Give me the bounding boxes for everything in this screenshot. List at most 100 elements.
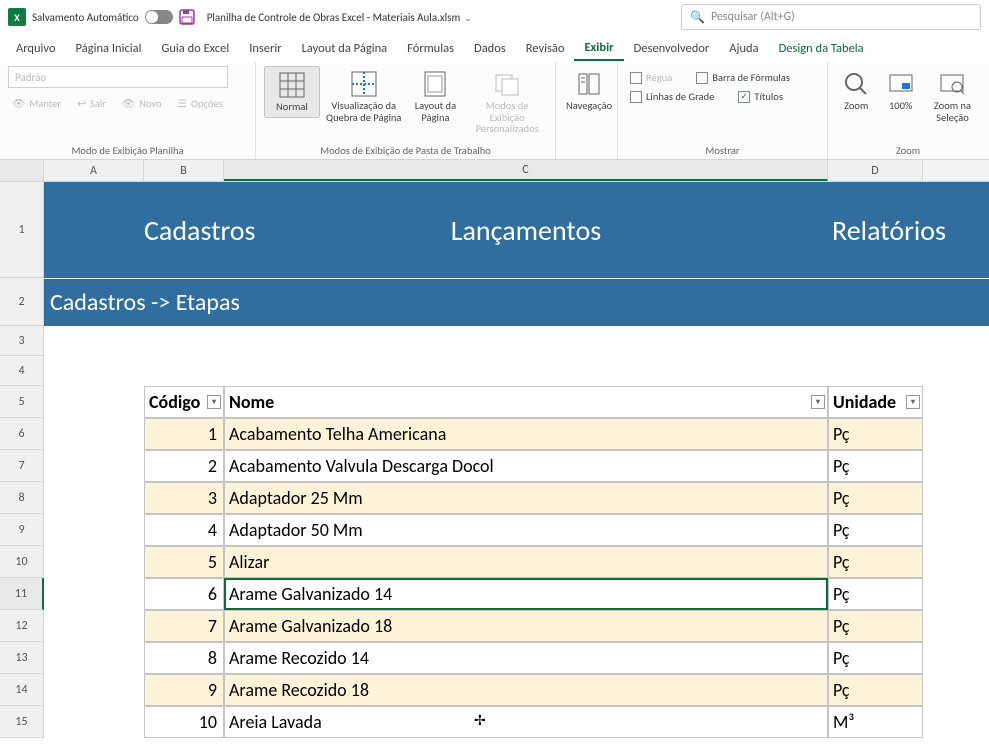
menu-ajuda[interactable]: Ajuda [719,37,768,60]
zoom-selection-button[interactable]: Zoom na Seleção [925,66,980,127]
menu-desenvolvedor[interactable]: Desenvolvedor [624,37,720,60]
cell-codigo[interactable]: 5 [144,546,224,578]
col-header-a[interactable]: A [44,160,144,181]
cell-unidade[interactable]: Pç [828,418,923,450]
cell-codigo[interactable]: 3 [144,482,224,514]
normal-view-button[interactable]: Normal [264,66,320,118]
cell-codigo[interactable]: 6 [144,578,224,610]
cell-nome[interactable]: Acabamento Valvula Descarga Docol [224,450,828,482]
menu-guia-excel[interactable]: Guia do Excel [151,37,239,60]
cell-unidade[interactable]: Pç [828,578,923,610]
row-header[interactable]: 15 [0,706,44,738]
novo-button[interactable]: 👁Novo [118,96,166,111]
table-row[interactable]: 2Acabamento Valvula Descarga DocolPç [44,450,989,482]
table-row[interactable]: 5AlizarPç [44,546,989,578]
row-header[interactable]: 11 [0,578,44,610]
sheet-view-dropdown[interactable]: Padrão [8,66,228,88]
col-header-d[interactable]: D [828,160,923,181]
select-all-triangle[interactable] [0,160,44,181]
menu-arquivo[interactable]: Arquivo [6,37,66,60]
cell-codigo[interactable]: 7 [144,610,224,642]
row-header[interactable]: 8 [0,482,44,514]
row-header[interactable]: 7 [0,450,44,482]
table-row[interactable]: 3Adaptador 25 MmPç [44,482,989,514]
filename[interactable]: Planilha de Controle de Obras Excel - Ma… [207,11,472,24]
row-header[interactable]: 12 [0,610,44,642]
opcoes-button[interactable]: ☰Opções [174,96,227,111]
filter-icon[interactable]: ▾ [207,395,221,409]
menu-revisao[interactable]: Revisão [516,37,575,60]
cell-unidade[interactable]: M³ [828,706,923,738]
row-header[interactable]: 4 [0,356,44,386]
cell-nome[interactable]: Areia Lavada [224,706,828,738]
cell-unidade[interactable]: Pç [828,450,923,482]
search-input[interactable]: 🔍 Pesquisar (Alt+G) [681,4,981,30]
table-row[interactable]: 10Areia LavadaM³ [44,706,989,738]
cell-nome[interactable]: Arame Recozido 18 [224,674,828,706]
menu-design-tabela[interactable]: Design da Tabela [769,37,874,60]
cell-nome[interactable]: Acabamento Telha Americana [224,418,828,450]
autosave-control[interactable]: Salvamento Automático [32,10,173,24]
filter-icon[interactable]: ▾ [811,395,825,409]
col-header-c[interactable]: C [224,160,828,181]
cell-codigo[interactable]: 10 [144,706,224,738]
navigation-button[interactable]: Navegação [564,66,614,116]
table-row[interactable]: 6Arame Galvanizado 14Pç [44,578,989,610]
gridlines-checkbox[interactable]: Linhas de Grade [626,89,718,104]
menu-dados[interactable]: Dados [464,37,516,60]
col-header-b[interactable]: B [144,160,224,181]
autosave-toggle[interactable] [145,10,173,24]
formula-bar-checkbox[interactable]: Barra de Fórmulas [692,70,794,85]
page-layout-button[interactable]: Layout da Página [408,66,464,127]
cell-codigo[interactable]: 9 [144,674,224,706]
header-unidade[interactable]: Unidade▾ [828,386,923,418]
cell-nome[interactable]: Adaptador 25 Mm [224,482,828,514]
row-header[interactable]: 9 [0,514,44,546]
header-codigo[interactable]: Código▾ [144,386,224,418]
custom-views-button[interactable]: Modos de Exibição Personalizados [467,66,547,139]
zoom-button[interactable]: Zoom [836,66,876,116]
cell-codigo[interactable]: 2 [144,450,224,482]
cell-nome[interactable]: Adaptador 50 Mm [224,514,828,546]
row-header[interactable]: 1 [0,182,44,278]
row-header[interactable]: 14 [0,674,44,706]
cell-unidade[interactable]: Pç [828,674,923,706]
cell-unidade[interactable]: Pç [828,610,923,642]
cell-codigo[interactable]: 8 [144,642,224,674]
zoom-100-button[interactable]: 100% [880,66,920,116]
headings-checkbox[interactable]: Títulos [734,89,787,104]
ruler-checkbox[interactable]: Régua [626,70,676,85]
menu-layout[interactable]: Layout da Página [292,37,398,60]
filter-icon[interactable]: ▾ [906,395,920,409]
menu-inserir[interactable]: Inserir [239,37,291,60]
save-icon[interactable] [179,9,195,25]
row-header[interactable]: 6 [0,418,44,450]
cell-nome[interactable]: Arame Recozido 14 [224,642,828,674]
cell-unidade[interactable]: Pç [828,482,923,514]
cell-unidade[interactable]: Pç [828,514,923,546]
cell-nome[interactable]: Arame Galvanizado 14 [224,578,828,610]
nav-relatorios[interactable]: Relatórios [832,213,946,248]
cell-codigo[interactable]: 1 [144,418,224,450]
cell-nome[interactable]: Arame Galvanizado 18 [224,610,828,642]
table-row[interactable]: 4Adaptador 50 MmPç [44,514,989,546]
cell-codigo[interactable]: 4 [144,514,224,546]
empty-row[interactable] [44,356,989,386]
row-header[interactable]: 10 [0,546,44,578]
menu-exibir[interactable]: Exibir [574,36,623,61]
table-row[interactable]: 8Arame Recozido 14Pç [44,642,989,674]
row-header[interactable]: 13 [0,642,44,674]
menu-pagina-inicial[interactable]: Página Inicial [66,37,152,60]
cell-nome[interactable]: Alizar [224,546,828,578]
row-header[interactable]: 2 [0,278,44,326]
header-nome[interactable]: Nome▾ [224,386,828,418]
menu-formulas[interactable]: Fórmulas [397,37,464,60]
row-header[interactable]: 3 [0,326,44,356]
cell-unidade[interactable]: Pç [828,642,923,674]
page-break-view-button[interactable]: Visualização da Quebra de Página [324,66,404,127]
table-row[interactable]: 9Arame Recozido 18Pç [44,674,989,706]
nav-lancamentos[interactable]: Lançamentos [451,213,602,248]
table-row[interactable]: 1Acabamento Telha AmericanaPç [44,418,989,450]
row-header[interactable]: 5 [0,386,44,418]
empty-row[interactable] [44,326,989,356]
